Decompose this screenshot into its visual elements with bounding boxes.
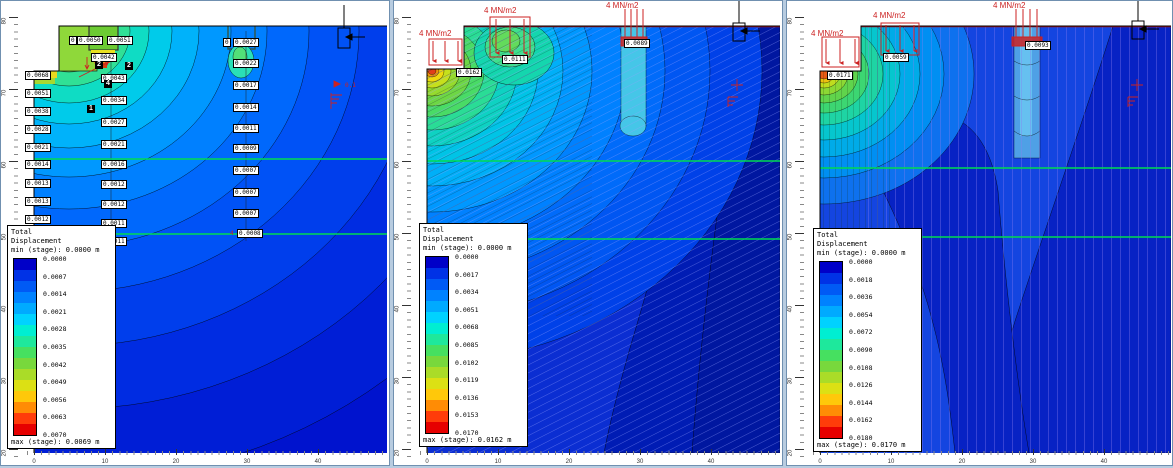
- legend-max-label: max (stage): 0.0170 m: [817, 441, 906, 449]
- legend-value: 0.0153: [455, 411, 479, 420]
- legend-value: 0.0170: [455, 429, 479, 437]
- legend-value: 0.0000: [849, 258, 873, 266]
- distributed-load-2: [489, 16, 531, 58]
- legend-total-displacement: Total Displacement min (stage): 0.0000 m…: [419, 223, 528, 447]
- horizontal-ruler-major: [34, 449, 386, 455]
- legend-value: 0.0049: [43, 378, 67, 387]
- legend-value: 0.0085: [455, 341, 479, 349]
- legend-value: 0.0108: [849, 363, 873, 372]
- legend-total-displacement: Total Displacement min (stage): 0.0000 m…: [7, 225, 116, 449]
- legend-title-1: Total: [11, 228, 33, 236]
- model-window-stage1[interactable]: 0 0.0050 0.0051 0.0042 0.0068 0.0051 0.0038 0.0…: [0, 0, 390, 466]
- legend-colorbar: [13, 258, 37, 436]
- legend-values: 0.0000 0.0017 0.0034 0.0051 0.0068 0.0085 0.01…: [455, 253, 521, 437]
- legend-title-1: Total: [817, 231, 839, 239]
- legend-value: 0.0017: [455, 270, 479, 279]
- legend-value: 0.0136: [455, 393, 479, 402]
- legend-title-2: Displacement: [423, 235, 474, 243]
- legend-value: 0.0034: [455, 288, 479, 297]
- vertical-ruler-major: [402, 17, 411, 457]
- legend-value: 0.0028: [43, 325, 67, 334]
- legend-value: 0.0126: [849, 381, 873, 390]
- legend-value: 0.0102: [455, 358, 479, 367]
- legend-value: 0.0018: [849, 275, 873, 284]
- vertical-ruler-major: [795, 17, 804, 457]
- legend-value: 0.0014: [43, 290, 67, 299]
- legend-colorbar: [425, 256, 449, 434]
- legend-value: 0.0000: [43, 255, 67, 263]
- legend-max-label: max (stage): 0.0069 m: [11, 438, 100, 446]
- legend-max-label: max (stage): 0.0162 m: [423, 436, 512, 444]
- legend-value: 0.0070: [43, 431, 67, 439]
- legend-value: 0.0007: [43, 272, 67, 281]
- legend-value: 0.0090: [849, 346, 873, 354]
- legend-title-2: Displacement: [817, 240, 868, 248]
- legend-colorbar: [819, 261, 843, 439]
- legend-values: 0.0000 0.0018 0.0036 0.0054 0.0072 0.0090 0.01…: [849, 258, 915, 442]
- model-window-stage2[interactable]: 4 MN/m2 4 MN/m2 4 MN/m2 0.0162 0.0111 0.0089…: [393, 0, 783, 466]
- legend-value: 0.0072: [849, 328, 873, 337]
- legend-value: 0.0021: [43, 307, 67, 316]
- distributed-load-1: [428, 38, 463, 66]
- legend-value: 0.0180: [849, 434, 873, 442]
- horizontal-ruler-major: [427, 449, 779, 455]
- legend-value: 0.0119: [455, 376, 479, 385]
- legend-value: 0.0036: [849, 293, 873, 302]
- mdi-workspace: 0 0.0050 0.0051 0.0042 0.0068 0.0051 0.0038 0.0…: [0, 0, 1173, 468]
- legend-value: 0.0063: [43, 413, 67, 422]
- legend-min-label: min (stage): 0.0000 m: [423, 244, 512, 252]
- legend-title-1: Total: [423, 226, 445, 234]
- legend-min-label: min (stage): 0.0000 m: [817, 249, 906, 257]
- legend-value: 0.0051: [455, 305, 479, 314]
- legend-value: 0.0144: [849, 398, 873, 407]
- legend-value: 0.0042: [43, 360, 67, 369]
- model-window-stage3[interactable]: 4 MN/m2 4 MN/m2 4 MN/m2 0.0171 0.0059 0.0093…: [786, 0, 1173, 466]
- legend-value: 0.0000: [455, 253, 479, 261]
- legend-value: 0.0054: [849, 310, 873, 319]
- legend-title-2: Displacement: [11, 237, 62, 245]
- legend-min-label: min (stage): 0.0000 m: [11, 246, 100, 254]
- legend-values: 0.0000 0.0007 0.0014 0.0021 0.0028 0.0035 0.00…: [43, 255, 109, 439]
- legend-value: 0.0068: [455, 323, 479, 332]
- legend-value: 0.0056: [43, 395, 67, 404]
- legend-total-displacement: Total Displacement min (stage): 0.0000 m…: [813, 228, 922, 452]
- distributed-load-1: [821, 36, 860, 68]
- legend-value: 0.0035: [43, 343, 67, 351]
- legend-value: 0.0162: [849, 416, 873, 425]
